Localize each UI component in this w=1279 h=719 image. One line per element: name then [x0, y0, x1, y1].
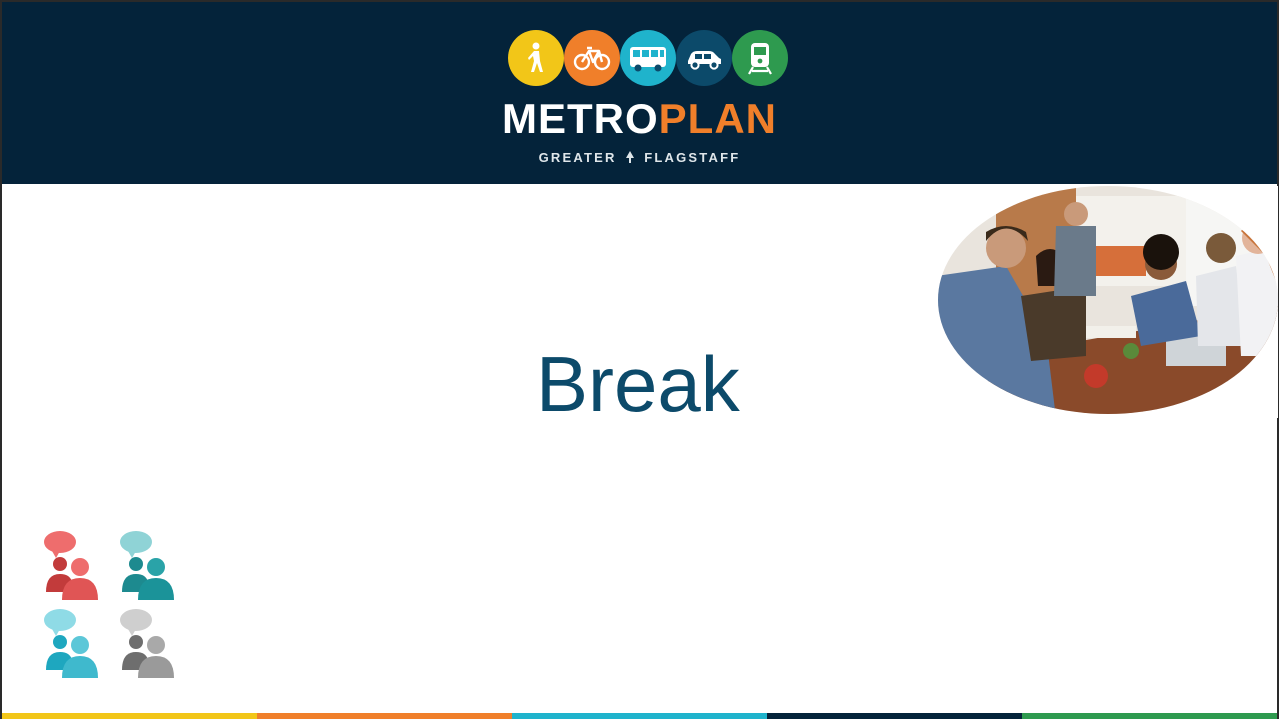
train-icon: [732, 30, 788, 86]
people-group-blue-icon: [44, 609, 98, 678]
bus-icon: [620, 30, 676, 86]
bike-icon: [564, 30, 620, 86]
bottom-color-bar: [2, 713, 1277, 719]
bar-segment-orange: [257, 713, 512, 719]
bar-segment-yellow: [2, 713, 257, 719]
header-banner: METROPLAN GREATER FLAGSTAFF: [2, 2, 1277, 184]
bar-segment-navy: [767, 713, 1022, 719]
people-group-teal-icon: [120, 531, 174, 600]
slide-title: Break: [536, 340, 740, 428]
tagline-right: FLAGSTAFF: [644, 150, 741, 165]
brand-wordmark: METROPLAN: [2, 98, 1277, 140]
bar-segment-teal: [512, 713, 767, 719]
discussion-people-icons: [30, 520, 200, 690]
people-group-red-icon: [44, 531, 98, 600]
bar-segment-green: [1022, 713, 1277, 719]
tagline-left: GREATER: [538, 150, 617, 165]
brand-tagline: GREATER FLAGSTAFF: [2, 150, 1277, 165]
people-group-grey-icon: [120, 609, 174, 678]
brand-metro-text: METRO: [502, 95, 659, 142]
meeting-photo: [936, 186, 1278, 418]
transport-mode-icons: [508, 30, 788, 88]
car-icon: [676, 30, 732, 86]
pine-tree-icon: [626, 151, 635, 163]
walk-icon: [508, 30, 564, 86]
brand-plan-text: PLAN: [658, 95, 777, 142]
